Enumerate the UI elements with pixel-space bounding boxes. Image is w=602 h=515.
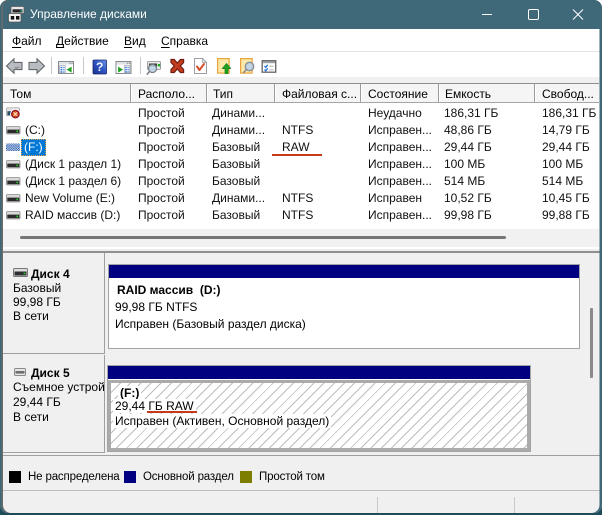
svg-text:?: ?: [96, 60, 103, 74]
